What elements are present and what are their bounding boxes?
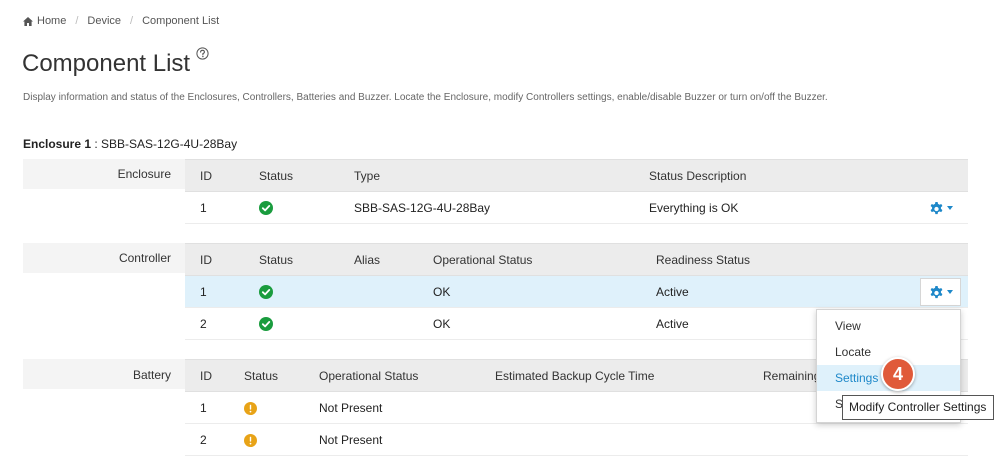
gear-icon	[930, 201, 943, 214]
battery-id: 1	[185, 391, 229, 424]
page-title: Component List	[22, 50, 191, 77]
gear-icon	[930, 285, 942, 298]
breadcrumb-separator: /	[75, 15, 79, 27]
breadcrumb: Home / Device / Component List	[23, 15, 219, 27]
home-icon	[23, 16, 33, 26]
column-header: Estimated Backup Cycle Time	[480, 359, 748, 392]
column-header: Alias	[339, 243, 418, 276]
column-header: Readiness Status	[641, 243, 968, 276]
controller-id: 1	[185, 275, 244, 308]
exclamation-circle-icon	[244, 433, 257, 447]
enclosure-heading-value: : SBB-SAS-12G-4U-28Bay	[91, 137, 238, 151]
step-badge: 4	[881, 357, 915, 391]
enclosure-heading: Enclosure 1 : SBB-SAS-12G-4U-28Bay	[23, 137, 237, 151]
controller-readiness-status: Active	[641, 275, 968, 308]
check-circle-icon	[259, 284, 273, 299]
enclosure-id: 1	[185, 191, 244, 224]
status-cell	[244, 191, 339, 224]
controller-operational-status: OK	[418, 307, 641, 340]
chevron-down-icon	[947, 206, 953, 210]
column-header: Operational Status	[304, 359, 480, 392]
battery-id: 2	[185, 423, 229, 456]
column-header: Status	[229, 359, 304, 392]
column-header: Status Description	[634, 159, 968, 192]
battery-operational-status: Not Present	[304, 391, 480, 424]
status-cell	[229, 391, 304, 424]
column-header: Type	[339, 159, 634, 192]
enclosure-status-description: Everything is OK	[634, 191, 968, 224]
tooltip: Modify Controller Settings	[842, 395, 994, 420]
column-header: Operational Status	[418, 243, 641, 276]
breadcrumb-current: Component List	[142, 15, 220, 27]
check-circle-icon	[259, 200, 273, 215]
battery-backup-cycle	[480, 391, 748, 424]
exclamation-circle-icon	[244, 401, 257, 415]
status-cell	[244, 307, 339, 340]
breadcrumb-device[interactable]: Device	[87, 15, 121, 27]
column-header: ID	[185, 243, 244, 276]
status-cell	[244, 275, 339, 308]
column-header: Status	[244, 159, 339, 192]
controller-alias	[339, 307, 418, 340]
help-circle-icon[interactable]	[196, 47, 209, 60]
battery-remaining	[748, 423, 968, 456]
enclosure-section-label: Enclosure	[117, 167, 171, 181]
table-row[interactable]: 1 SBB-SAS-12G-4U-28Bay Everything is OK	[185, 191, 968, 224]
breadcrumb-separator: /	[130, 15, 134, 27]
enclosure-table: ID Status Type Status Description 1 SBB-…	[185, 159, 968, 224]
table-header-row: ID Status Type Status Description	[185, 159, 968, 192]
battery-operational-status: Not Present	[304, 423, 480, 456]
column-header: ID	[185, 359, 229, 392]
check-circle-icon	[259, 316, 273, 331]
breadcrumb-home[interactable]: Home	[37, 15, 66, 27]
controller-section-label: Controller	[118, 251, 171, 265]
table-row[interactable]: 1 OK Active	[185, 275, 968, 308]
enclosure-type: SBB-SAS-12G-4U-28Bay	[339, 191, 634, 224]
table-header-row: ID Status Alias Operational Status Readi…	[185, 243, 968, 276]
status-cell	[229, 423, 304, 456]
controller-id: 2	[185, 307, 244, 340]
table-row[interactable]: 2 Not Present	[185, 423, 968, 456]
menu-item-view[interactable]: View	[817, 313, 960, 339]
enclosure-heading-label: Enclosure 1	[23, 137, 92, 151]
battery-section-label: Battery	[132, 368, 171, 382]
column-header: ID	[185, 159, 244, 192]
controller-operational-status: OK	[418, 275, 641, 308]
column-header: Status	[244, 243, 339, 276]
chevron-down-icon	[946, 290, 953, 294]
controller-alias	[339, 275, 418, 308]
page-description: Display information and status of the En…	[23, 92, 828, 103]
battery-backup-cycle	[480, 423, 748, 456]
controller-actions-button[interactable]	[920, 278, 961, 306]
enclosure-actions-button[interactable]	[922, 197, 960, 219]
